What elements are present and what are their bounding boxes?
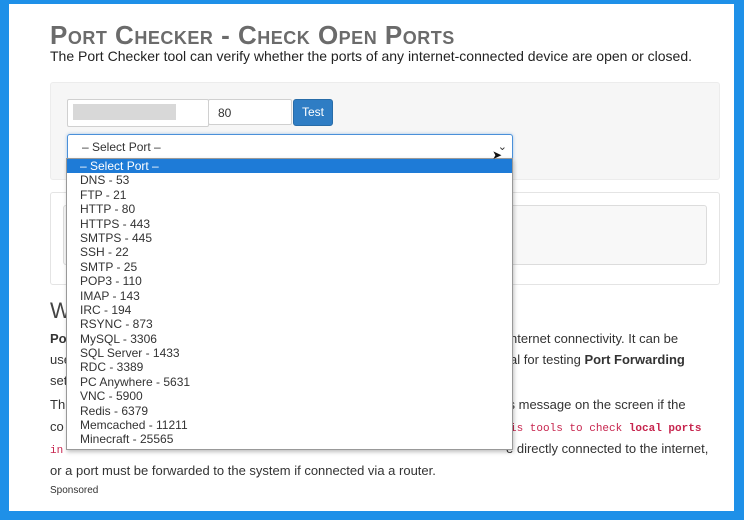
p1-line2-text: al for testing xyxy=(510,352,585,367)
code-text-in: in xyxy=(50,445,64,457)
dropdown-option[interactable]: IMAP - 143 xyxy=(67,289,512,303)
port-select-value: – Select Port – xyxy=(82,140,161,154)
dropdown-option[interactable]: DNS - 53 xyxy=(67,173,512,187)
dropdown-option[interactable]: RSYNC - 873 xyxy=(67,317,512,331)
dropdown-option[interactable]: Minecraft - 25565 xyxy=(67,432,512,446)
sponsored-label: Sponsored xyxy=(50,485,99,496)
dropdown-option[interactable]: SMTPS - 445 xyxy=(67,231,512,245)
dropdown-option[interactable]: HTTP - 80 xyxy=(67,202,512,216)
p2-line2-code: is tools to check local ports xyxy=(510,416,701,440)
dropdown-option[interactable]: – Select Port – xyxy=(67,159,512,174)
p1-line1-right: nternet connectivity. It can be xyxy=(510,331,679,346)
dropdown-option[interactable]: POP3 - 110 xyxy=(67,274,512,288)
p2-line4: or a port must be forwarded to the syste… xyxy=(50,463,436,478)
ip-address-input[interactable] xyxy=(67,99,209,127)
dropdown-option[interactable]: FTP - 21 xyxy=(67,188,512,202)
port-dropdown-list[interactable]: – Select Port – DNS - 53 FTP - 21 HTTP - 80… xyxy=(66,158,513,450)
dropdown-option[interactable]: MySQL - 3306 xyxy=(67,332,512,346)
dropdown-option[interactable]: PC Anywhere - 5631 xyxy=(67,375,512,389)
dropdown-option[interactable]: Memcached - 11211 xyxy=(67,418,512,432)
page-title: Port Checker - Check Open Ports xyxy=(50,20,455,50)
port-input[interactable]: 80 xyxy=(208,99,292,125)
page-subtitle: The Port Checker tool can verify whether… xyxy=(50,48,693,64)
mouse-cursor-icon: ➤ xyxy=(492,148,503,162)
p2-line3-right: e directly connected to the internet, xyxy=(506,441,709,456)
dropdown-option[interactable]: VNC - 5900 xyxy=(67,389,512,403)
dropdown-option[interactable]: HTTPS - 443 xyxy=(67,217,512,231)
p2-line1-right: ss message on the screen if the xyxy=(502,397,686,412)
dropdown-option[interactable]: Redis - 6379 xyxy=(67,404,512,418)
dropdown-option[interactable]: SSH - 22 xyxy=(67,245,512,259)
port-forwarding-bold: Port Forwarding xyxy=(584,352,685,367)
p1-line3-left: set xyxy=(50,373,68,388)
local-ports-code: local ports xyxy=(628,423,702,435)
dropdown-option[interactable]: RDC - 3389 xyxy=(67,360,512,374)
redacted-ip-mask xyxy=(73,104,176,120)
test-button[interactable]: Test xyxy=(293,99,333,126)
p1-line1-left: Po xyxy=(50,331,67,346)
p2-line3-left: in xyxy=(50,438,63,462)
dropdown-option[interactable]: SMTP - 25 xyxy=(67,260,512,274)
dropdown-option[interactable]: IRC - 194 xyxy=(67,303,512,317)
port-select[interactable]: – Select Port – ⌄ xyxy=(67,134,513,160)
dropdown-option[interactable]: SQL Server - 1433 xyxy=(67,346,512,360)
p2-line1-left: Th xyxy=(50,397,66,412)
p1-line2-right: al for testing Port Forwarding xyxy=(510,349,685,370)
p2-line2-left: co xyxy=(50,419,64,434)
code-text: is tools to check xyxy=(510,423,629,435)
